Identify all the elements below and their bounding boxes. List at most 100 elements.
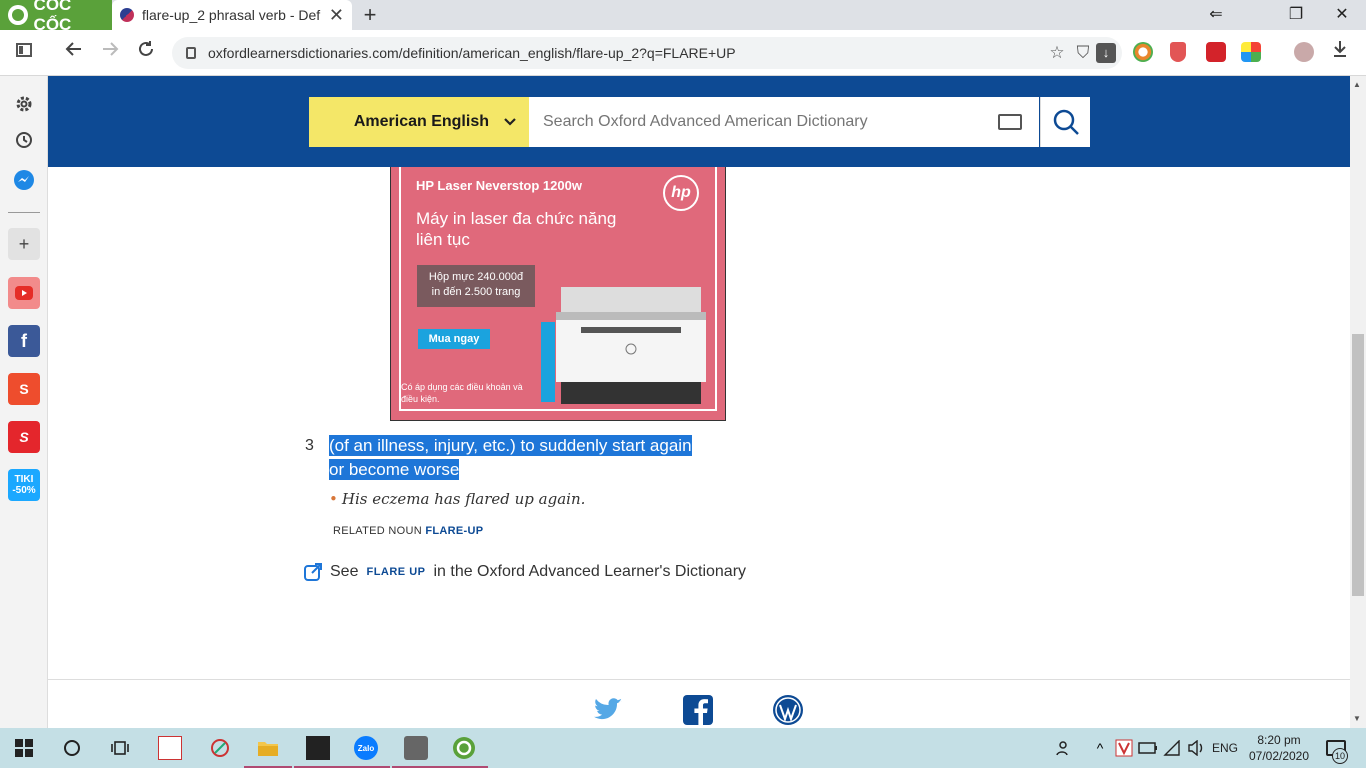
tab-strip: CỐC CỐC flare-up_2 phrasal verb - Defi ✕… xyxy=(0,0,1366,34)
example-bullet: • xyxy=(329,490,338,508)
sense-number: 3 xyxy=(305,437,314,454)
ad-price-line1: Hộp mực 240.000đ xyxy=(428,271,524,283)
shopee-icon[interactable]: S xyxy=(8,373,40,405)
browser-sidebar: + f S S TIKI -50% xyxy=(0,76,48,728)
page-content: American English HP Laser Neverstop 1200… xyxy=(48,76,1350,728)
wifi-icon[interactable] xyxy=(1160,736,1184,760)
see-link[interactable]: FLARE UP xyxy=(366,566,425,578)
system-clock[interactable]: 8:20 pm 07/02/2020 xyxy=(1242,732,1316,764)
clock-date: 07/02/2020 xyxy=(1248,749,1310,763)
see-suffix: in the Oxford Advanced Learner's Diction… xyxy=(433,563,747,580)
wordpress-icon[interactable] xyxy=(772,694,804,726)
file-explorer-icon[interactable] xyxy=(244,736,292,768)
facebook-icon[interactable]: f xyxy=(8,325,40,357)
page-scrollbar[interactable]: ▲ ▼ xyxy=(1350,76,1366,728)
hp-printer-ad[interactable]: HP Laser Neverstop 1200w hp Máy in laser… xyxy=(390,167,726,421)
sidebar-toggle-icon[interactable] xyxy=(10,40,38,66)
example-sentence: • His eczema has flared up again. xyxy=(329,490,585,508)
shield-icon[interactable]: ⛉ xyxy=(1070,43,1096,63)
coccoc-taskbar-icon[interactable] xyxy=(440,736,488,768)
chevron-down-icon xyxy=(504,118,516,126)
lock-icon[interactable] xyxy=(186,47,196,59)
app-taskbar-icon-2[interactable] xyxy=(208,736,232,760)
url-text[interactable]: oxfordlearnersdictionaries.com/definitio… xyxy=(208,45,1044,61)
ad-price-box: Hộp mực 240.000đ in đến 2.500 trang xyxy=(417,265,535,307)
search-input[interactable] xyxy=(543,113,983,131)
related-label: RELATED NOUN xyxy=(333,525,422,537)
see-prefix: See xyxy=(330,563,359,580)
download-page-icon[interactable]: ↓ xyxy=(1096,43,1116,63)
facebook-share-icon[interactable] xyxy=(682,694,714,726)
printer-image xyxy=(541,287,706,404)
forward-button[interactable] xyxy=(96,40,124,66)
settings-icon[interactable] xyxy=(8,88,40,120)
search-button[interactable] xyxy=(1040,97,1090,147)
windows-taskbar: Zalo ^ ENG 8:20 pm 07/02/2020 10 xyxy=(0,728,1366,768)
twitter-icon[interactable] xyxy=(592,694,624,726)
example-text: His eczema has flared up again. xyxy=(341,490,586,508)
zalo-icon[interactable]: Zalo xyxy=(342,736,390,768)
battery-icon[interactable] xyxy=(1136,736,1160,760)
oxford-favicon-icon xyxy=(120,8,134,22)
back-button[interactable] xyxy=(60,40,88,66)
oxford-header: American English xyxy=(48,76,1350,167)
windows-start-icon[interactable] xyxy=(12,736,36,760)
window-close-button[interactable]: ✕ xyxy=(1322,4,1362,24)
people-icon[interactable] xyxy=(1052,736,1076,760)
app-taskbar-icon-3[interactable] xyxy=(392,736,440,768)
sticky-notes-icon[interactable] xyxy=(294,736,342,768)
reload-button[interactable] xyxy=(132,40,160,66)
search-field[interactable] xyxy=(529,97,1039,147)
extension-shield-icon[interactable] xyxy=(1170,42,1186,62)
sendo-icon[interactable]: S xyxy=(8,421,40,453)
extension-colorful-icon[interactable] xyxy=(1241,42,1261,62)
youtube-icon[interactable] xyxy=(8,277,40,309)
sense-definition: (of an illness, injury, etc.) to suddenl… xyxy=(329,434,711,482)
language-select[interactable]: American English xyxy=(309,97,529,147)
extension-chrome-icon[interactable] xyxy=(1133,42,1153,62)
search-icon xyxy=(1053,109,1079,135)
input-language[interactable]: ENG xyxy=(1212,741,1238,755)
related-link[interactable]: FLARE-UP xyxy=(425,525,483,537)
ad-headline: Máy in laser đa chức năng liên tục xyxy=(416,209,617,249)
bookmark-star-icon[interactable]: ☆ xyxy=(1044,43,1070,63)
clock-time: 8:20 pm xyxy=(1257,733,1301,747)
hp-logo-icon: hp xyxy=(663,175,699,211)
ad-buy-button[interactable]: Mua ngay xyxy=(418,329,490,349)
profile-avatar[interactable] xyxy=(1294,42,1314,62)
ad-price-line2: in đến 2.500 trang xyxy=(431,286,521,298)
app-taskbar-icon-1[interactable] xyxy=(158,736,182,760)
coccoc-logo[interactable]: CỐC CỐC xyxy=(0,0,112,34)
sidebar-divider xyxy=(8,212,40,213)
keyboard-icon[interactable] xyxy=(998,114,1022,130)
tab-active[interactable]: flare-up_2 phrasal verb - Defi ✕ xyxy=(112,0,352,30)
minimize-button[interactable]: ⇐ xyxy=(1196,4,1236,24)
coccoc-logo-icon xyxy=(8,5,28,25)
messenger-icon[interactable] xyxy=(8,164,40,196)
external-link-icon[interactable] xyxy=(304,563,322,581)
ad-model: HP Laser Neverstop 1200w xyxy=(416,178,582,193)
volume-icon[interactable] xyxy=(1184,736,1208,760)
definition-text: (of an illness, injury, etc.) to suddenl… xyxy=(329,435,692,480)
scroll-up-arrow-icon[interactable]: ▲ xyxy=(1353,80,1361,89)
scroll-thumb[interactable] xyxy=(1352,334,1364,596)
task-view-icon[interactable] xyxy=(108,736,132,760)
language-select-label: American English xyxy=(353,113,489,130)
show-hidden-icons-icon[interactable]: ^ xyxy=(1088,736,1112,760)
related-noun: RELATED NOUN FLARE-UP xyxy=(333,525,483,537)
tiki-icon[interactable]: TIKI -50% xyxy=(8,469,40,501)
new-tab-button[interactable]: + xyxy=(358,2,382,28)
see-also: See FLARE UP in the Oxford Advanced Lear… xyxy=(304,563,746,581)
history-icon[interactable] xyxy=(8,124,40,156)
unikey-icon[interactable] xyxy=(1112,736,1136,760)
browser-toolbar: oxfordlearnersdictionaries.com/definitio… xyxy=(0,30,1366,76)
downloads-icon[interactable] xyxy=(1326,40,1354,66)
tab-close-button[interactable]: ✕ xyxy=(329,5,344,26)
sidebar-add-button[interactable]: + xyxy=(8,228,40,260)
restore-button[interactable]: ❐ xyxy=(1276,4,1316,24)
extension-red-icon[interactable] xyxy=(1206,42,1226,62)
address-bar[interactable]: oxfordlearnersdictionaries.com/definitio… xyxy=(172,37,1122,69)
scroll-down-arrow-icon[interactable]: ▼ xyxy=(1353,714,1361,723)
notification-badge: 10 xyxy=(1332,748,1348,764)
search-taskbar-icon[interactable] xyxy=(60,736,84,760)
